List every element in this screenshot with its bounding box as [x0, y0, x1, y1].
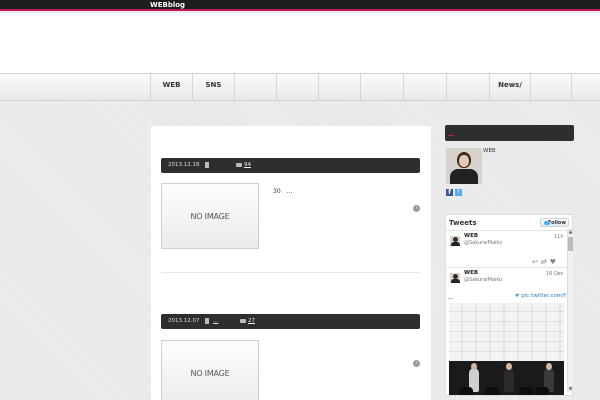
- tweets-title: Tweets: [449, 219, 477, 227]
- favorite-icon[interactable]: ♥: [550, 258, 559, 266]
- twitter-icon[interactable]: t: [455, 189, 462, 196]
- post-date: 2013.12.07: [168, 318, 200, 324]
- tweets-scrollbar[interactable]: ▲ ▼: [567, 229, 573, 391]
- nav-item-10[interactable]: [530, 74, 572, 100]
- tweets-widget: Tweets Follow WEB @SakuraiMaiko 11h ↩⇄♥ …: [445, 214, 573, 396]
- scroll-up-icon[interactable]: ▲: [568, 229, 573, 234]
- nav-item-news[interactable]: News/: [489, 74, 530, 100]
- stage: [449, 361, 564, 395]
- nav-item-web[interactable]: WEB: [150, 74, 192, 100]
- tweet-author-name[interactable]: WEB: [464, 270, 478, 276]
- scroll-thumb[interactable]: [568, 237, 573, 251]
- sidebar-header: [445, 125, 574, 141]
- category-icon: [205, 318, 209, 324]
- nav-item-5[interactable]: [318, 74, 360, 100]
- post-excerpt: 30 ...: [273, 188, 293, 195]
- nav-item-4[interactable]: [276, 74, 318, 100]
- event-backdrop: [449, 303, 564, 361]
- nav-item-sns[interactable]: SNS: [192, 74, 234, 100]
- tweet-avatar[interactable]: [450, 273, 460, 283]
- category-icon: [205, 162, 209, 168]
- author-avatar: [446, 148, 482, 184]
- nav-item-6[interactable]: [360, 74, 403, 100]
- nav-item-7[interactable]: [403, 74, 446, 100]
- tweet-time[interactable]: 11h: [554, 234, 564, 240]
- read-more-icon[interactable]: ›: [413, 205, 420, 212]
- tweet-link[interactable]: # pic.twitter.com/f: [515, 293, 566, 299]
- tweet-author-handle[interactable]: @SakuraiMaiko: [464, 277, 502, 283]
- tweet-author-handle[interactable]: @SakuraiMaiko: [464, 240, 502, 246]
- tweet-time[interactable]: 16 Dec: [546, 271, 564, 277]
- tweet-text: ...: [448, 294, 454, 301]
- comment-icon: [240, 319, 246, 323]
- tweet-author-name[interactable]: WEB: [464, 233, 478, 239]
- post-date: 2013.12.18: [168, 162, 200, 168]
- post-thumbnail[interactable]: NO IMAGE: [161, 340, 259, 400]
- top-bar: WEBblog: [0, 0, 600, 11]
- site-name[interactable]: WEBblog: [150, 1, 185, 9]
- post-category[interactable]: ...: [213, 314, 218, 329]
- read-more-icon[interactable]: ›: [413, 360, 420, 367]
- facebook-icon[interactable]: f: [446, 189, 453, 196]
- post-meta-bar: 2013.12.07 ... 27: [161, 314, 420, 329]
- author-name: WEB: [483, 148, 496, 154]
- retweet-icon[interactable]: ⇄: [541, 258, 550, 266]
- tweet-photo[interactable]: [449, 303, 564, 395]
- divider: [446, 230, 572, 231]
- post-thumbnail[interactable]: NO IMAGE: [161, 183, 259, 249]
- comment-icon: [236, 163, 242, 167]
- comment-count[interactable]: 94: [244, 158, 251, 173]
- reply-icon[interactable]: ↩: [532, 258, 541, 266]
- divider: [446, 267, 572, 268]
- main-content: 2013.12.18 94 NO IMAGE 30 ... › 2013.12.…: [151, 126, 431, 400]
- post-separator: [161, 272, 420, 273]
- nav-item-3[interactable]: [234, 74, 276, 100]
- scroll-down-icon[interactable]: ▼: [568, 386, 573, 391]
- main-nav: WEB SNS News/: [0, 73, 600, 101]
- tweet-actions: ↩⇄♥: [532, 258, 559, 266]
- comment-count[interactable]: 27: [248, 314, 255, 329]
- tweet-avatar[interactable]: [450, 236, 460, 246]
- nav-item-8[interactable]: [446, 74, 489, 100]
- site-header: [0, 13, 600, 73]
- follow-button[interactable]: Follow: [540, 218, 569, 227]
- post-meta-bar: 2013.12.18 94: [161, 158, 420, 173]
